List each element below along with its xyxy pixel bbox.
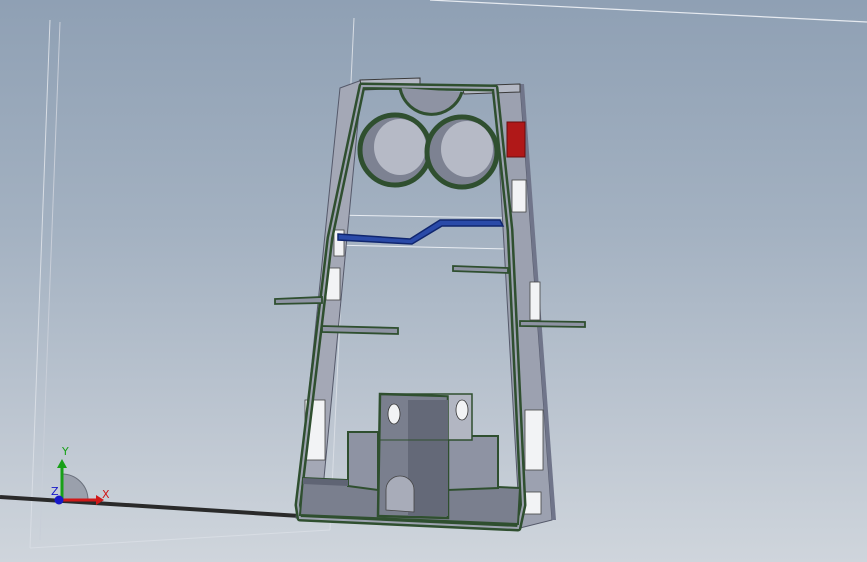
model-scene[interactable]: X Y Z (0, 0, 867, 562)
plane-edge-bottom (29, 529, 331, 549)
plane-edge-left-outer (29, 19, 51, 549)
side-opening-3 (524, 409, 544, 471)
side-opening-1 (511, 179, 527, 213)
triad-label-y: Y (61, 445, 69, 458)
tower-hole-left (387, 403, 401, 425)
tab-right-outer[interactable] (519, 320, 586, 328)
plane-edge-top (429, 0, 867, 23)
plane-edge-mid2 (329, 244, 511, 250)
tab-left-inner[interactable] (321, 325, 399, 335)
side-opening-2 (529, 281, 541, 321)
graphics-viewport[interactable]: X Y Z (0, 0, 867, 562)
plane-edge-mid (329, 214, 511, 219)
coordinate-triad: X Y Z (51, 445, 110, 505)
tower-hole-right (455, 399, 469, 421)
left-bore (357, 112, 433, 188)
triad-label-x: X (102, 488, 110, 501)
right-bore (424, 114, 500, 190)
highlight-face[interactable] (506, 121, 526, 158)
base-arch (385, 475, 415, 513)
tab-right-inner[interactable] (452, 265, 509, 274)
tab-left-outer[interactable] (274, 296, 323, 305)
triad-label-z: Z (51, 485, 59, 498)
top-half-round-cutout (398, 87, 464, 116)
plane-edge-left-inner (39, 21, 61, 541)
selected-shelf-edge[interactable] (337, 219, 505, 245)
triad-base-arc (61, 473, 89, 501)
ground-line (0, 495, 301, 518)
